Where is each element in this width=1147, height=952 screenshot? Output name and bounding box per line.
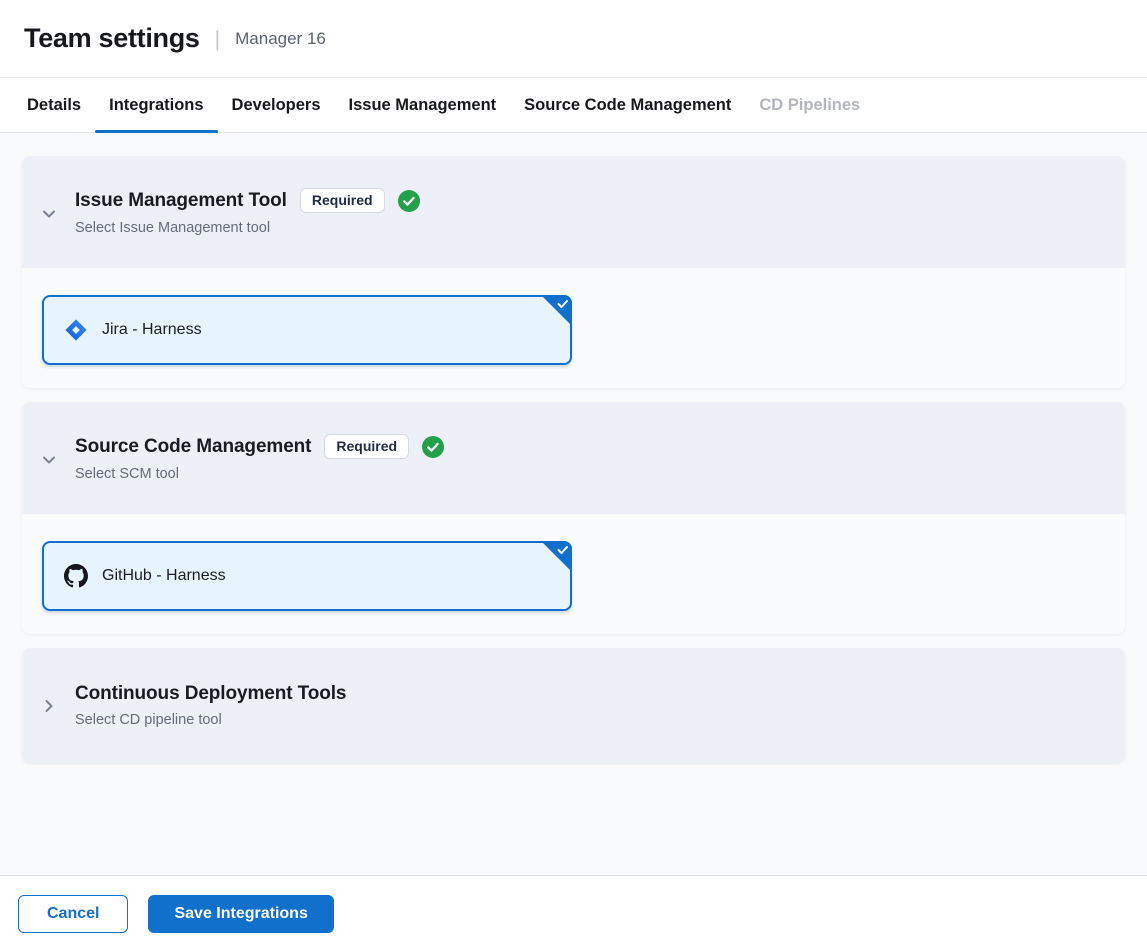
team-name: Manager 16 <box>235 29 326 49</box>
integrations-panel: Issue Management Tool Required Select Is… <box>0 133 1147 875</box>
page-title: Team settings <box>24 23 200 54</box>
section-issue-management-tool: Issue Management Tool Required Select Is… <box>22 156 1125 388</box>
section-body: GitHub - Harness <box>22 514 1125 634</box>
section-subtitle: Select Issue Management tool <box>75 220 420 236</box>
section-subtitle: Select SCM tool <box>75 466 444 482</box>
cancel-button[interactable]: Cancel <box>18 895 128 933</box>
tool-card-label: GitHub - Harness <box>102 567 226 585</box>
chevron-down-icon <box>40 205 58 228</box>
github-icon <box>64 564 88 588</box>
section-title: Continuous Deployment Tools <box>75 683 346 705</box>
tool-card-github-harness[interactable]: GitHub - Harness <box>42 541 572 611</box>
required-badge: Required <box>324 434 409 459</box>
page-header: Team settings | Manager 16 <box>0 0 1147 78</box>
title-separator: | <box>215 28 220 52</box>
team-settings-page: Team settings | Manager 16 Details Integ… <box>0 0 1147 952</box>
action-footer: Cancel Save Integrations <box>0 875 1147 952</box>
section-header-continuous-deployment-tools[interactable]: Continuous Deployment Tools Select CD pi… <box>22 648 1125 763</box>
section-text-block: Source Code Management Required Select S… <box>75 434 444 482</box>
section-header-source-code-management[interactable]: Source Code Management Required Select S… <box>22 402 1125 514</box>
tab-issue-management[interactable]: Issue Management <box>335 78 511 132</box>
corner-check-icon <box>541 541 572 572</box>
tab-details[interactable]: Details <box>13 78 95 132</box>
tool-card-label: Jira - Harness <box>102 321 202 339</box>
check-circle-icon <box>398 190 420 212</box>
section-body: Jira - Harness <box>22 268 1125 388</box>
tab-integrations[interactable]: Integrations <box>95 78 217 132</box>
section-title: Source Code Management <box>75 436 311 458</box>
tab-bar: Details Integrations Developers Issue Ma… <box>0 78 1147 133</box>
section-continuous-deployment-tools: Continuous Deployment Tools Select CD pi… <box>22 648 1125 763</box>
chevron-down-icon <box>40 451 58 474</box>
required-badge: Required <box>300 188 385 213</box>
section-source-code-management: Source Code Management Required Select S… <box>22 402 1125 634</box>
tab-cd-pipelines: CD Pipelines <box>745 78 874 132</box>
tool-card-jira-harness[interactable]: Jira - Harness <box>42 295 572 365</box>
tab-developers[interactable]: Developers <box>218 78 335 132</box>
jira-icon <box>64 318 88 342</box>
section-title: Issue Management Tool <box>75 190 287 212</box>
tab-source-code-management[interactable]: Source Code Management <box>510 78 745 132</box>
chevron-right-icon <box>40 697 58 720</box>
section-header-issue-management-tool[interactable]: Issue Management Tool Required Select Is… <box>22 156 1125 268</box>
save-integrations-button[interactable]: Save Integrations <box>148 895 333 933</box>
section-subtitle: Select CD pipeline tool <box>75 712 346 728</box>
section-text-block: Continuous Deployment Tools Select CD pi… <box>75 683 346 728</box>
section-text-block: Issue Management Tool Required Select Is… <box>75 188 420 236</box>
corner-check-icon <box>541 295 572 326</box>
check-circle-icon <box>422 436 444 458</box>
